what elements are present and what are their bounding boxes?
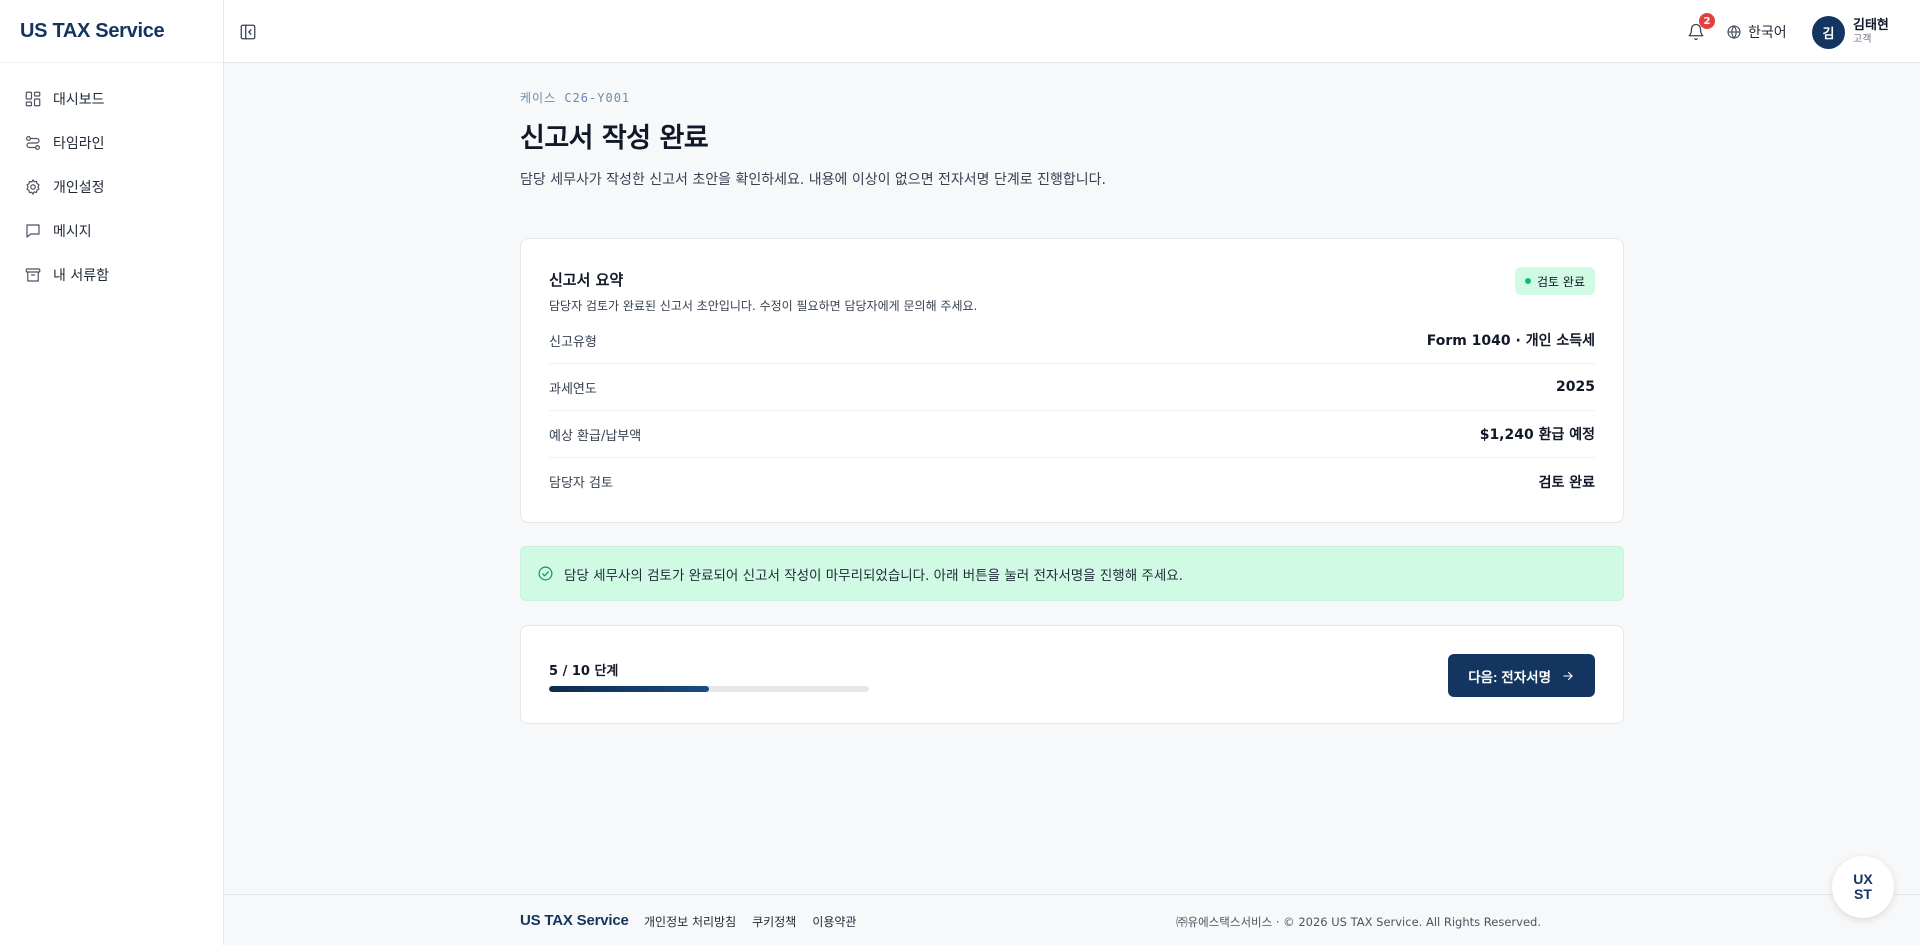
fab-line-2: ST xyxy=(1854,886,1872,902)
summary-card: 신고서 요약 담당자 검토가 완료된 신고서 초안입니다. 수정이 필요하면 담… xyxy=(520,238,1624,523)
footer-links: 개인정보 처리방침 쿠키정책 이용약관 xyxy=(644,913,872,930)
footer-link-privacy[interactable]: 개인정보 처리방침 xyxy=(644,913,736,930)
summary-row: 담당자 검토 검토 완료 xyxy=(549,458,1595,505)
summary-row: 과세연도 2025 xyxy=(549,364,1595,411)
user-menu[interactable]: 김 김태현 고객 xyxy=(1812,15,1889,49)
summary-row: 신고유형 Form 1040 · 개인 소득세 xyxy=(549,317,1595,364)
notification-button[interactable]: 2 xyxy=(1684,13,1715,44)
main-content: 케이스 C26-Y001 신고서 작성 완료 담당 세무사가 작성한 신고서 초… xyxy=(520,63,1624,724)
user-meta: 김태현 고객 xyxy=(1853,18,1889,46)
gear-icon xyxy=(26,179,40,195)
summary-row-value: 검토 완료 xyxy=(1538,474,1595,491)
archive-icon xyxy=(25,268,41,282)
summary-row-value: Form 1040 · 개인 소득세 xyxy=(1426,333,1595,349)
dashboard-icon xyxy=(25,91,41,107)
sidebar-item-label: 내 서류함 xyxy=(53,268,109,284)
summary-row-value: 2025 xyxy=(1556,379,1595,395)
language-selector[interactable]: 한국어 xyxy=(1726,20,1787,44)
check-circle-icon xyxy=(538,566,553,581)
user-role: 고객 xyxy=(1853,33,1872,45)
summary-subtitle: 담당자 검토가 완료된 신고서 초안입니다. 수정이 필요하면 담당자에게 문의… xyxy=(549,299,978,313)
status-badge-label: 검토 완료 xyxy=(1537,274,1585,289)
sidebar-item-label: 대시보드 xyxy=(53,92,105,108)
sidebar: US TAX Service 대시보드 타임라인 개인설정 메시지 내 서류함 xyxy=(0,0,224,945)
progress-bar-fill xyxy=(549,686,709,692)
footer-link-cookies[interactable]: 쿠키정책 xyxy=(752,913,796,930)
summary-row-label: 신고유형 xyxy=(549,334,597,350)
step-label: 5 / 10 단계 xyxy=(549,664,619,679)
summary-row-label: 담당자 검토 xyxy=(549,476,613,491)
progress-bar xyxy=(549,686,869,692)
sidebar-item-timeline[interactable]: 타임라인 xyxy=(0,121,223,165)
sidebar-item-documents[interactable]: 내 서류함 xyxy=(0,253,223,297)
fab-line-1: UX xyxy=(1853,871,1873,888)
footer-copyright: ㈜유에스택스서비스 · © 2026 US TAX Service. All R… xyxy=(1176,915,1541,929)
case-number: 케이스 C26-Y001 xyxy=(520,91,631,105)
summary-title: 신고서 요약 xyxy=(549,271,624,289)
user-name: 김태현 xyxy=(1853,18,1889,34)
sidebar-nav: 대시보드 타임라인 개인설정 메시지 내 서류함 xyxy=(0,63,223,297)
progress-card: 5 / 10 단계 다음: 전자서명 xyxy=(520,625,1624,724)
sidebar-item-dashboard[interactable]: 대시보드 xyxy=(0,77,223,121)
brand-logo[interactable]: US TAX Service xyxy=(0,0,223,63)
arrow-right-icon xyxy=(1563,671,1573,680)
notice-text: 담당 세무사의 검토가 완료되어 신고서 작성이 마무리되었습니다. 아래 버튼… xyxy=(564,567,1183,584)
page-description: 담당 세무사가 작성한 신고서 초안을 확인하세요. 내용에 이상이 없으면 전… xyxy=(520,172,1106,188)
page-title: 신고서 작성 완료 xyxy=(520,123,709,154)
status-badge: 검토 완료 xyxy=(1515,267,1595,295)
summary-row-value: $1,240 환급 예정 xyxy=(1479,427,1595,443)
sidebar-item-messages[interactable]: 메시지 xyxy=(0,209,223,253)
status-dot-icon xyxy=(1525,278,1532,284)
timeline-icon xyxy=(26,136,40,150)
top-bar: 2 한국어 김 김태현 고객 xyxy=(224,0,1920,63)
next-esign-button[interactable]: 다음: 전자서명 xyxy=(1448,654,1595,697)
sidebar-item-label: 메시지 xyxy=(53,224,92,240)
sidebar-item-label: 개인설정 xyxy=(53,180,105,196)
footer-brand[interactable]: US TAX Service xyxy=(520,912,629,929)
sidebar-item-label: 타임라인 xyxy=(53,136,105,152)
sidebar-toggle-button[interactable] xyxy=(236,20,260,44)
summary-row-label: 과세연도 xyxy=(549,381,597,397)
footer: US TAX Service 개인정보 처리방침 쿠키정책 이용약관 ㈜유에스택… xyxy=(224,894,1920,945)
sidebar-collapse-icon xyxy=(240,24,256,40)
summary-row-label: 예상 환급/납부액 xyxy=(549,428,642,444)
summary-row: 예상 환급/납부액 $1,240 환급 예정 xyxy=(549,411,1595,458)
footer-link-terms[interactable]: 이용약관 xyxy=(812,913,856,930)
message-icon xyxy=(26,224,40,238)
avatar: 김 xyxy=(1812,15,1845,49)
next-button-label: 다음: 전자서명 xyxy=(1468,669,1551,685)
completion-notice: 담당 세무사의 검토가 완료되어 신고서 작성이 마무리되었습니다. 아래 버튼… xyxy=(520,546,1624,601)
summary-rows: 신고유형 Form 1040 · 개인 소득세 과세연도 2025 예상 환급/… xyxy=(549,317,1595,505)
globe-icon xyxy=(1727,25,1741,39)
notification-badge: 2 xyxy=(1699,13,1715,29)
language-label: 한국어 xyxy=(1748,25,1787,41)
floating-logo-button[interactable]: UX ST xyxy=(1832,856,1894,918)
sidebar-item-settings[interactable]: 개인설정 xyxy=(0,165,223,209)
